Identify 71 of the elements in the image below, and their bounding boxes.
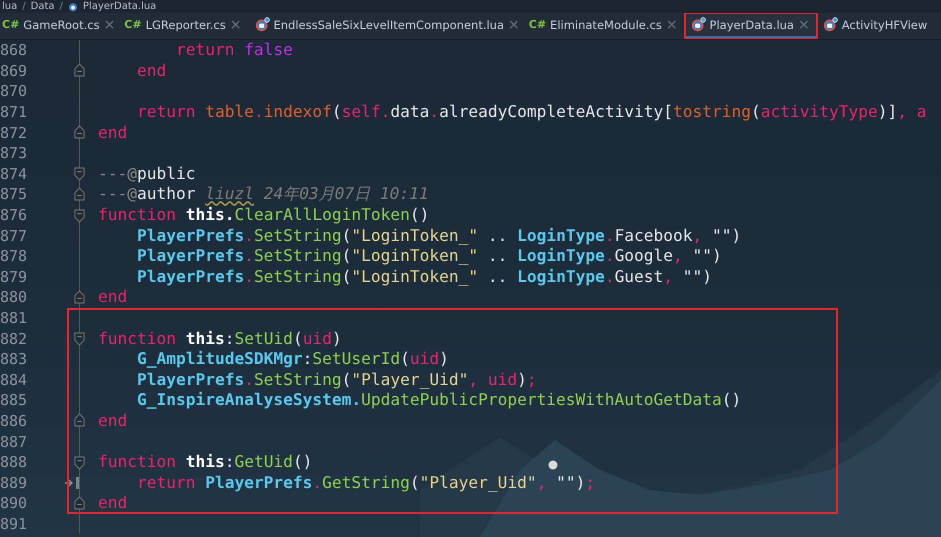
- line-number: 884: [0, 370, 28, 389]
- code-line: return false: [174, 40, 293, 60]
- code-line: end: [98, 493, 128, 514]
- fold-icon[interactable]: [74, 166, 85, 182]
- code-line: ---@public: [98, 164, 196, 184]
- lua-file-icon: [822, 17, 838, 32]
- line-number: 868: [0, 41, 28, 60]
- editor-tab[interactable]: C# GameRoot.cs ×: [0, 13, 122, 39]
- line-number: 882: [0, 330, 28, 348]
- code-line: G_AmplitudeSDKMgr:SetUserId(uid): [136, 349, 449, 370]
- editor-tab[interactable]: C# LGReporter.cs ×: [122, 13, 248, 39]
- line-number: 880: [0, 288, 28, 306]
- code-line: PlayerPrefs.SetString("LoginToken_" .. LoginType.Guest, ""): [136, 266, 712, 287]
- code-line: end: [136, 60, 166, 81]
- code-line: PlayerPrefs.SetString("LoginToken_" .. LoginType.Facebook, ""): [136, 226, 742, 246]
- line-number: 881: [0, 309, 28, 328]
- breadcrumb-separator: /: [22, 1, 26, 12]
- code-line: function this:SetUid(uid): [98, 328, 342, 349]
- lua-file-icon: [690, 17, 706, 32]
- code-line: end: [98, 122, 128, 143]
- line-number: 876: [0, 206, 28, 224]
- line-number: 883: [0, 350, 28, 368]
- code-line: return PlayerPrefs.GetString("Player_Uid", "");: [136, 472, 596, 493]
- line-number: 877: [0, 226, 28, 245]
- lua-file-icon: [254, 17, 270, 32]
- fold-icon[interactable]: [74, 208, 85, 223]
- line-number: 870: [0, 82, 28, 100]
- line-number: 869: [0, 62, 28, 80]
- fold-icon[interactable]: [74, 454, 85, 470]
- code-line: function this:GetUid(): [98, 452, 312, 472]
- line-number: 886: [0, 412, 28, 430]
- editor-tab[interactable]: PlayerData.lua ×: [684, 13, 817, 39]
- csharp-icon: C#: [124, 18, 142, 31]
- breadcrumb-item[interactable]: lua: [2, 1, 18, 12]
- editor-tab[interactable]: EndlessSaleSixLevelItemComponent.lua ×: [248, 13, 527, 39]
- breadcrumb-item[interactable]: PlayerData.lua: [82, 1, 156, 12]
- line-number: 890: [0, 494, 28, 512]
- fold-icon[interactable]: [74, 413, 85, 428]
- line-number: 885: [0, 391, 28, 410]
- line-number: 873: [0, 144, 28, 162]
- line-number: 875: [0, 185, 28, 204]
- breadcrumb-separator: /: [60, 1, 63, 12]
- line-number: 874: [0, 164, 28, 183]
- fold-icon[interactable]: [74, 63, 85, 78]
- fold-icon[interactable]: [74, 290, 85, 305]
- line-number: 871: [0, 103, 28, 122]
- fold-icon[interactable]: [74, 331, 85, 346]
- line-number: 891: [0, 514, 28, 533]
- code-line: PlayerPrefs.SetString("LoginToken_" .. LoginType.Google, ""): [136, 246, 722, 266]
- code-line: end: [98, 287, 128, 308]
- line-number: 872: [0, 124, 28, 142]
- lua-file-icon: [68, 2, 78, 12]
- editor-tab[interactable]: ActivityHFView: [816, 13, 934, 39]
- line-number: 879: [0, 268, 28, 286]
- fold-icon[interactable]: [74, 186, 85, 202]
- line-number: 887: [0, 432, 28, 451]
- code-line: return table.indexof(self.data.alreadyCompleteActivity[tostring(activityType)], a: [136, 102, 926, 122]
- line-number: 889: [0, 474, 28, 492]
- code-line: end: [98, 410, 128, 431]
- fold-icon[interactable]: [74, 125, 85, 140]
- line-number: 878: [0, 247, 28, 266]
- editor-tab[interactable]: C# EliminateModule.cs ×: [526, 13, 685, 39]
- csharp-icon: C#: [2, 18, 20, 31]
- csharp-icon: C#: [528, 18, 546, 31]
- breadcrumb-item[interactable]: Data: [30, 1, 55, 12]
- code-line: G_InspireAnalyseSystem.UpdatePublicPropertiesWithAutoGetData(): [136, 390, 742, 410]
- code-line: ---@author liuzl 24年03月07日 10:11: [98, 184, 429, 204]
- line-number: 888: [0, 453, 28, 472]
- code-line: PlayerPrefs.SetString("Player_Uid", uid);: [136, 370, 537, 390]
- code-line: function this.ClearAllLoginToken(): [98, 205, 430, 226]
- fold-icon[interactable]: [74, 496, 85, 511]
